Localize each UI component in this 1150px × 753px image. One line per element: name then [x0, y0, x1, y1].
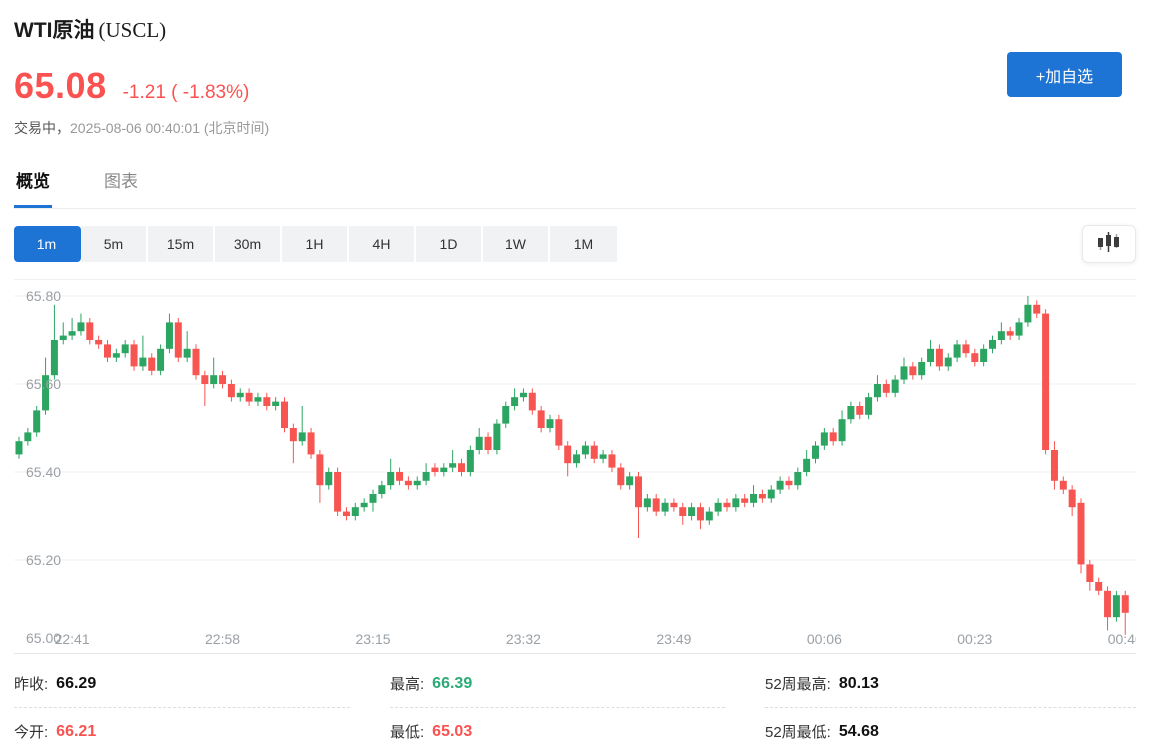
interval-1m[interactable]: 1m — [14, 226, 81, 262]
price-change: -1.21 ( -1.83%) — [123, 82, 250, 104]
quote-page: WTI原油(USCL) 65.08 -1.21 ( -1.83%) 交易中，20… — [0, 0, 1150, 753]
quote-timestamp: 2025-08-06 00:40:01 — [70, 120, 200, 136]
timezone-note: (北京时间) — [204, 120, 269, 136]
instrument-name: WTI原油 — [14, 19, 94, 42]
interval-4h[interactable]: 4H — [349, 226, 416, 262]
stat-value: 80.13 — [839, 675, 879, 693]
chart-toolbar: 1m 5m 15m 30m 1H 4H 1D 1W 1M — [14, 225, 1136, 263]
add-watchlist-button[interactable]: +加自选 — [1007, 52, 1122, 97]
stat-open: 今开: 66.21 — [14, 708, 350, 753]
status-row: 交易中，2025-08-06 00:40:01 (北京时间) — [14, 118, 1136, 138]
price-row: 65.08 -1.21 ( -1.83%) — [14, 65, 1136, 107]
candlestick-chart[interactable]: 65.8065.6065.4065.2065.0022:4122:5823:15… — [14, 279, 1136, 654]
interval-15m[interactable]: 15m — [148, 226, 215, 262]
quote-header: WTI原油(USCL) 65.08 -1.21 ( -1.83%) 交易中，20… — [0, 0, 1150, 138]
chart-type-button[interactable] — [1082, 225, 1136, 263]
stat-prev-close: 昨收: 66.29 — [14, 660, 350, 708]
last-price: 65.08 — [14, 65, 107, 107]
interval-1d[interactable]: 1D — [416, 226, 483, 262]
stat-52w-high: 52周最高: 80.13 — [765, 660, 1136, 708]
stat-value: 66.29 — [56, 675, 96, 693]
stat-value: 66.39 — [432, 675, 472, 693]
quote-stats: 昨收: 66.29 今开: 66.21 最高: 66.39 最低: 65.03 … — [14, 660, 1136, 753]
stat-label: 最低: — [390, 721, 424, 742]
stat-value: 66.21 — [56, 723, 96, 741]
interval-5m[interactable]: 5m — [81, 226, 148, 262]
candlestick-icon — [1095, 230, 1123, 259]
tab-overview[interactable]: 概览 — [14, 167, 52, 208]
stat-label: 52周最低: — [765, 721, 831, 742]
stat-value: 54.68 — [839, 723, 879, 741]
interval-30m[interactable]: 30m — [215, 226, 282, 262]
stat-value: 65.03 — [432, 723, 472, 741]
page-title: WTI原油(USCL) — [14, 18, 1136, 43]
interval-1M[interactable]: 1M — [550, 226, 617, 262]
trading-status: 交易中， — [14, 120, 70, 136]
stat-52w-low: 52周最低: 54.68 — [765, 708, 1136, 753]
stat-label: 52周最高: — [765, 673, 831, 694]
interval-selector: 1m 5m 15m 30m 1H 4H 1D 1W 1M — [14, 226, 617, 262]
interval-1w[interactable]: 1W — [483, 226, 550, 262]
stat-low: 最低: 65.03 — [390, 708, 725, 753]
tab-bar: 概览 图表 — [14, 167, 1136, 209]
stat-label: 今开: — [14, 721, 48, 742]
stat-label: 最高: — [390, 673, 424, 694]
stat-high: 最高: 66.39 — [390, 660, 725, 708]
interval-1h[interactable]: 1H — [282, 226, 349, 262]
stat-label: 昨收: — [14, 673, 48, 694]
tab-chart[interactable]: 图表 — [102, 167, 140, 208]
instrument-symbol: (USCL) — [98, 18, 166, 42]
